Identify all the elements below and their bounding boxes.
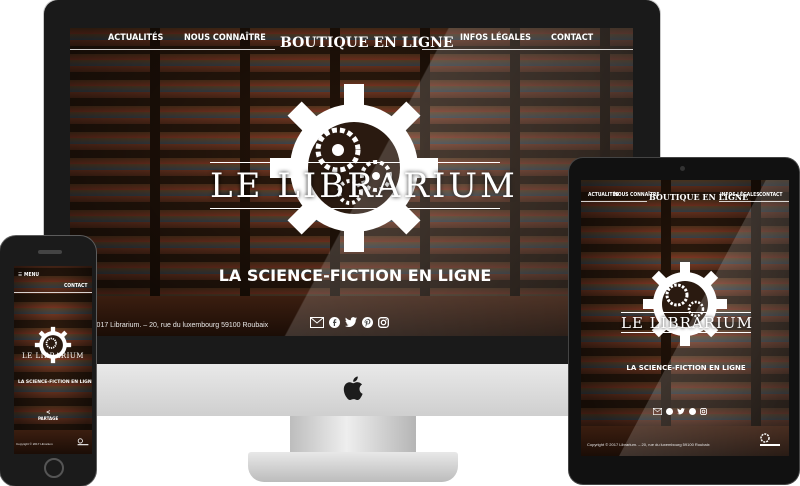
tagline: LA SCIENCE-FICTION EN LIGNE xyxy=(218,266,492,285)
nav-item-contact[interactable]: CONTACT xyxy=(551,33,593,43)
twitter-icon[interactable] xyxy=(677,408,685,415)
partner-logo-icon xyxy=(760,433,780,446)
footer-copyright: right © 2017 Librarium. – 20, rue du lux… xyxy=(70,322,269,329)
nav-item-contact[interactable]: CONTACT xyxy=(64,283,87,289)
share-label[interactable]: PARTAGE xyxy=(38,417,58,422)
apple-logo-icon xyxy=(343,376,363,400)
nav-line-left xyxy=(70,49,275,50)
partner-logo-icon xyxy=(77,438,89,446)
ipad-screen: ACTUALITÉS NOUS CONNAÎTRE BOUTIQUE EN LI… xyxy=(581,180,789,456)
facebook-icon[interactable] xyxy=(329,317,340,328)
iphone-screen: ☰ MENU CONTACT LE LIBRARIUM LA SCIENCE-FI… xyxy=(14,266,92,454)
footer-copyright: Copyright © 2017 Librarium. – 20, rue du… xyxy=(587,442,710,447)
nav-item-actualites[interactable]: ACTUALITÉS xyxy=(108,33,163,43)
pinterest-icon[interactable] xyxy=(689,408,696,415)
imac-screen: ACTUALITÉS NOUS CONNAÎTRE BOUTIQUE EN LI… xyxy=(70,28,633,336)
nav-item-nous-connaitre[interactable]: NOUS CONNAÎTRE xyxy=(184,33,266,43)
mail-icon[interactable] xyxy=(653,408,662,415)
nav-item-boutique-en-ligne[interactable]: BOUTIQUE EN LIGNE xyxy=(280,35,454,51)
menu-label: MENU xyxy=(24,272,40,278)
logo-title: LE LIBRARIUM xyxy=(210,166,518,206)
twitter-icon[interactable] xyxy=(345,317,357,328)
ipad-camera xyxy=(680,166,685,171)
nav-line-left xyxy=(581,201,647,202)
tagline: LA SCIENCE-FICTION EN LIGNE xyxy=(626,364,746,372)
imac-stand-neck xyxy=(290,416,416,454)
logo-rule-top xyxy=(210,162,500,163)
logo-title: LE LIBRARIUM xyxy=(621,314,753,332)
facebook-icon[interactable] xyxy=(666,408,673,415)
nav-line-right xyxy=(422,49,633,50)
gear-logo-icon xyxy=(643,262,727,346)
iphone-speaker xyxy=(38,250,62,254)
mail-icon[interactable] xyxy=(310,317,324,328)
instagram-icon[interactable] xyxy=(700,408,707,415)
logo-rule-bottom xyxy=(621,332,751,333)
share-icon[interactable]: < xyxy=(46,409,51,416)
social-icons xyxy=(653,408,707,415)
logo-title: LE LIBRARIUM xyxy=(22,352,84,360)
tagline: LA SCIENCE-FICTION EN LIGNE xyxy=(18,380,92,385)
pinterest-icon[interactable] xyxy=(362,317,373,328)
nav-item-infos-legales[interactable]: INFOS LÉGALES xyxy=(720,192,759,198)
library-floor xyxy=(70,296,633,336)
social-icons xyxy=(310,317,389,328)
instagram-icon[interactable] xyxy=(378,317,389,328)
nav-item-infos-legales[interactable]: INFOS LÉGALES xyxy=(460,33,531,43)
nav-line xyxy=(14,292,92,293)
logo-rule-top xyxy=(621,312,751,313)
iphone-home-button[interactable] xyxy=(44,458,64,478)
logo-rule-bottom xyxy=(210,208,500,209)
footer-copyright: Copyright © 2017 Librarium xyxy=(16,442,53,446)
nav-item-contact[interactable]: CONTACT xyxy=(759,192,782,198)
imac-stand-base xyxy=(248,452,458,482)
menu-button[interactable]: ☰ MENU xyxy=(18,272,39,278)
